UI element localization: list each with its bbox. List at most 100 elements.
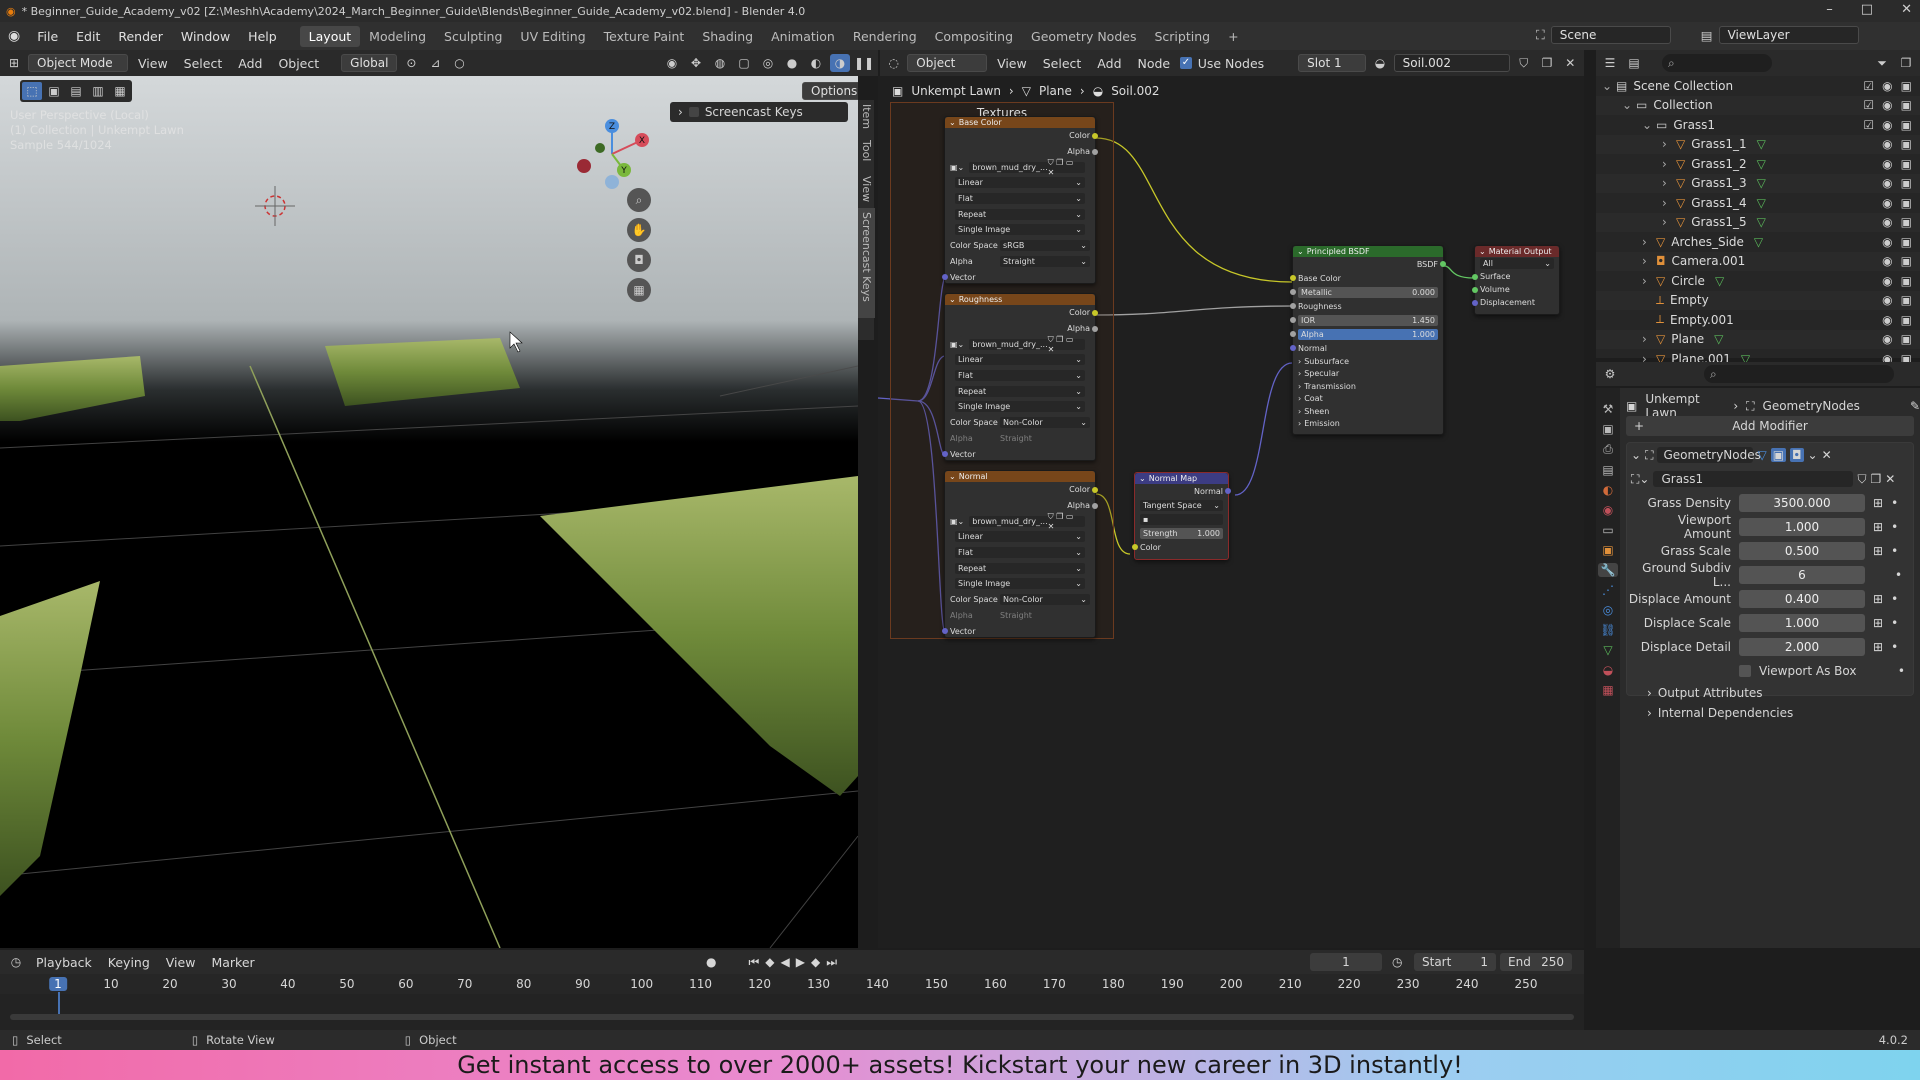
duplicate-material-icon[interactable]: ❐ bbox=[1537, 54, 1556, 72]
menu-window[interactable]: Window bbox=[172, 29, 239, 44]
exclude-checkbox-icon[interactable]: ☑ bbox=[1863, 118, 1874, 132]
viewport-menu-add[interactable]: Add bbox=[232, 56, 268, 71]
source-dropdown[interactable]: Single Image ⌄ bbox=[955, 578, 1085, 590]
checkbox-icon[interactable] bbox=[688, 107, 699, 117]
workspace-tab-shading[interactable]: Shading bbox=[693, 26, 762, 47]
render-camera-icon[interactable]: ▣ bbox=[1901, 79, 1912, 93]
metallic-socket[interactable] bbox=[1290, 289, 1296, 295]
wireframe-shading-icon[interactable]: ◎ bbox=[758, 54, 778, 72]
visibility-eye-icon[interactable]: ◉ bbox=[1882, 79, 1892, 93]
alpha-mode-dropdown[interactable]: Straight ⌄ bbox=[1000, 255, 1090, 267]
visibility-eye-icon[interactable]: ◉ bbox=[1882, 313, 1892, 327]
image-texture-node-roughness[interactable]: ⌄ Roughness Color Alpha ▣⌄ brown_mud_dry_.… bbox=[942, 293, 1098, 461]
timeline-editor-type-icon[interactable]: ◷ bbox=[6, 953, 26, 971]
blender-menu-icon[interactable]: ◉ bbox=[0, 28, 28, 44]
material-tab-icon[interactable]: ◒ bbox=[1603, 663, 1613, 677]
input-value-field[interactable]: 0.500 bbox=[1739, 542, 1865, 560]
workspace-tab-sculpting[interactable]: Sculpting bbox=[435, 26, 511, 47]
node-group-field[interactable]: Grass1 bbox=[1653, 471, 1854, 487]
options-dropdown[interactable]: Options bbox=[802, 82, 858, 100]
minimize-icon[interactable]: – bbox=[1826, 2, 1833, 17]
zoom-icon[interactable]: ⌕ bbox=[627, 188, 651, 212]
base-color-socket[interactable] bbox=[1290, 275, 1296, 281]
play-icon[interactable]: ▶ bbox=[796, 955, 805, 969]
world-tab-icon[interactable]: ◉ bbox=[1603, 503, 1613, 517]
clock-icon[interactable]: ◷ bbox=[1392, 955, 1402, 969]
pivot-icon[interactable]: ⊙ bbox=[401, 54, 421, 72]
workspace-tab-modeling[interactable]: Modeling bbox=[360, 26, 435, 47]
interpolation-dropdown[interactable]: Linear ⌄ bbox=[955, 531, 1085, 543]
chevron-right-icon[interactable]: › bbox=[1662, 157, 1676, 171]
new-collection-icon[interactable]: ❐ bbox=[1896, 54, 1916, 72]
object-tab-icon[interactable]: ▣ bbox=[1602, 543, 1613, 557]
render-tab-icon[interactable]: ▣ bbox=[1602, 422, 1613, 436]
pause-render-icon[interactable]: ❚❚ bbox=[854, 54, 874, 72]
vector-socket[interactable] bbox=[942, 451, 948, 458]
axis-gizmo-icon[interactable]: Z X Y bbox=[572, 114, 652, 194]
outliner-row[interactable]: ⌄ ▭ Collection ☑ ◉ ▣ bbox=[1596, 95, 1920, 115]
render-camera-icon[interactable]: ▣ bbox=[1901, 157, 1912, 171]
source-dropdown[interactable]: Single Image ⌄ bbox=[955, 224, 1085, 236]
interpolation-dropdown[interactable]: Linear ⌄ bbox=[955, 177, 1085, 189]
scene-tab-icon[interactable]: ◐ bbox=[1603, 483, 1613, 497]
vector-socket[interactable] bbox=[942, 274, 948, 281]
gizmo-icon[interactable]: ✥ bbox=[686, 54, 706, 72]
output-target-dropdown[interactable]: All ⌄ bbox=[1480, 258, 1554, 269]
keyframe-dot-icon[interactable]: • bbox=[1891, 544, 1898, 558]
input-value-field[interactable]: 6 bbox=[1739, 566, 1865, 584]
constraints-tab-icon[interactable]: ⛓ bbox=[1600, 623, 1615, 637]
add-workspace-button[interactable]: + bbox=[1219, 26, 1247, 47]
outliner-row[interactable]: › ▽ Arches_Side ▽ ◉ ▣ bbox=[1596, 232, 1920, 252]
outliner-row[interactable]: › ▽ Grass1_2 ▽ ◉ ▣ bbox=[1596, 154, 1920, 174]
next-keyframe-icon[interactable]: ◆ bbox=[811, 955, 820, 969]
close-icon[interactable]: ✕ bbox=[1901, 2, 1912, 17]
properties-search-field[interactable]: ⌕ bbox=[1704, 365, 1894, 383]
panel-emission[interactable]: Emission bbox=[1304, 419, 1340, 428]
strength-field[interactable]: Strength 1.000 bbox=[1140, 527, 1223, 539]
outliner-row[interactable]: › ▽ Grass1_5 ▽ ◉ ▣ bbox=[1596, 212, 1920, 232]
solid-shading-icon[interactable]: ● bbox=[782, 54, 802, 72]
timeline[interactable]: ◷ Playback Keying View Marker ● ⏮ ◆ ◀ ▶ … bbox=[0, 950, 1584, 1030]
prev-keyframe-icon[interactable]: ◆ bbox=[765, 955, 774, 969]
panel-subsurface[interactable]: Subsurface bbox=[1304, 357, 1349, 366]
keying-menu[interactable]: Keying bbox=[102, 955, 156, 970]
render-camera-icon[interactable]: ▣ bbox=[1901, 176, 1912, 190]
jump-start-icon[interactable]: ⏮ bbox=[748, 955, 759, 970]
normal-socket[interactable] bbox=[1225, 488, 1231, 494]
properties-editor-type-icon[interactable]: ⚙ bbox=[1600, 365, 1620, 383]
input-value-field[interactable]: 0.400 bbox=[1739, 590, 1865, 608]
remove-modifier-icon[interactable]: ✕ bbox=[1822, 448, 1832, 462]
modifier-menu-icon[interactable]: ⌄ bbox=[1808, 448, 1818, 462]
transform-orientation-dropdown[interactable]: Global bbox=[341, 54, 398, 72]
exclude-checkbox-icon[interactable]: ☑ bbox=[1863, 79, 1874, 93]
visibility-eye-icon[interactable]: ◉ bbox=[1882, 157, 1892, 171]
fake-user-icon[interactable]: ⛉ bbox=[1514, 54, 1533, 72]
outliner-search-field[interactable]: ⌕ bbox=[1662, 54, 1772, 72]
collection-tab-icon[interactable]: ▭ bbox=[1602, 523, 1613, 537]
material-shading-icon[interactable]: ◐ bbox=[806, 54, 826, 72]
alpha-socket[interactable] bbox=[1092, 502, 1098, 509]
render-camera-icon[interactable]: ▣ bbox=[1901, 235, 1912, 249]
chevron-right-icon[interactable]: › bbox=[1662, 137, 1676, 151]
camera-view-icon[interactable]: ◘ bbox=[627, 248, 651, 272]
render-camera-icon[interactable]: ▣ bbox=[1901, 313, 1912, 327]
scene-selector[interactable]: Scene bbox=[1550, 26, 1671, 44]
timeline-scrollbar[interactable] bbox=[10, 1014, 1574, 1020]
chevron-down-icon[interactable]: ⌄ bbox=[1642, 118, 1656, 132]
panel-internal-dependencies[interactable]: › Internal Dependencies bbox=[1627, 703, 1913, 723]
render-camera-icon[interactable]: ▣ bbox=[1901, 332, 1912, 346]
workspace-tab-uv-editing[interactable]: UV Editing bbox=[511, 26, 594, 47]
render-camera-icon[interactable]: ▣ bbox=[1901, 98, 1912, 112]
rendered-shading-icon[interactable]: ◑ bbox=[830, 54, 850, 72]
attribute-toggle-icon[interactable]: ⊞ bbox=[1873, 592, 1883, 606]
color-space-dropdown[interactable]: Non-Color ⌄ bbox=[1000, 594, 1090, 606]
metallic-field[interactable]: Metallic 0.000 bbox=[1298, 286, 1438, 298]
chevron-right-icon[interactable]: › bbox=[1642, 274, 1656, 288]
tweak-tool-icon[interactable]: ⬚ bbox=[22, 82, 42, 100]
render-camera-icon[interactable]: ▣ bbox=[1901, 118, 1912, 132]
principled-bsdf-node[interactable]: ⌄ Principled BSDF BSDF Base Color Metalli… bbox=[1290, 245, 1446, 435]
visibility-eye-icon[interactable]: ◉ bbox=[1882, 293, 1892, 307]
exclude-checkbox-icon[interactable]: ☑ bbox=[1863, 98, 1874, 112]
material-slot-dropdown[interactable]: Slot 1 bbox=[1298, 54, 1367, 72]
panel-coat[interactable]: Coat bbox=[1304, 394, 1323, 403]
